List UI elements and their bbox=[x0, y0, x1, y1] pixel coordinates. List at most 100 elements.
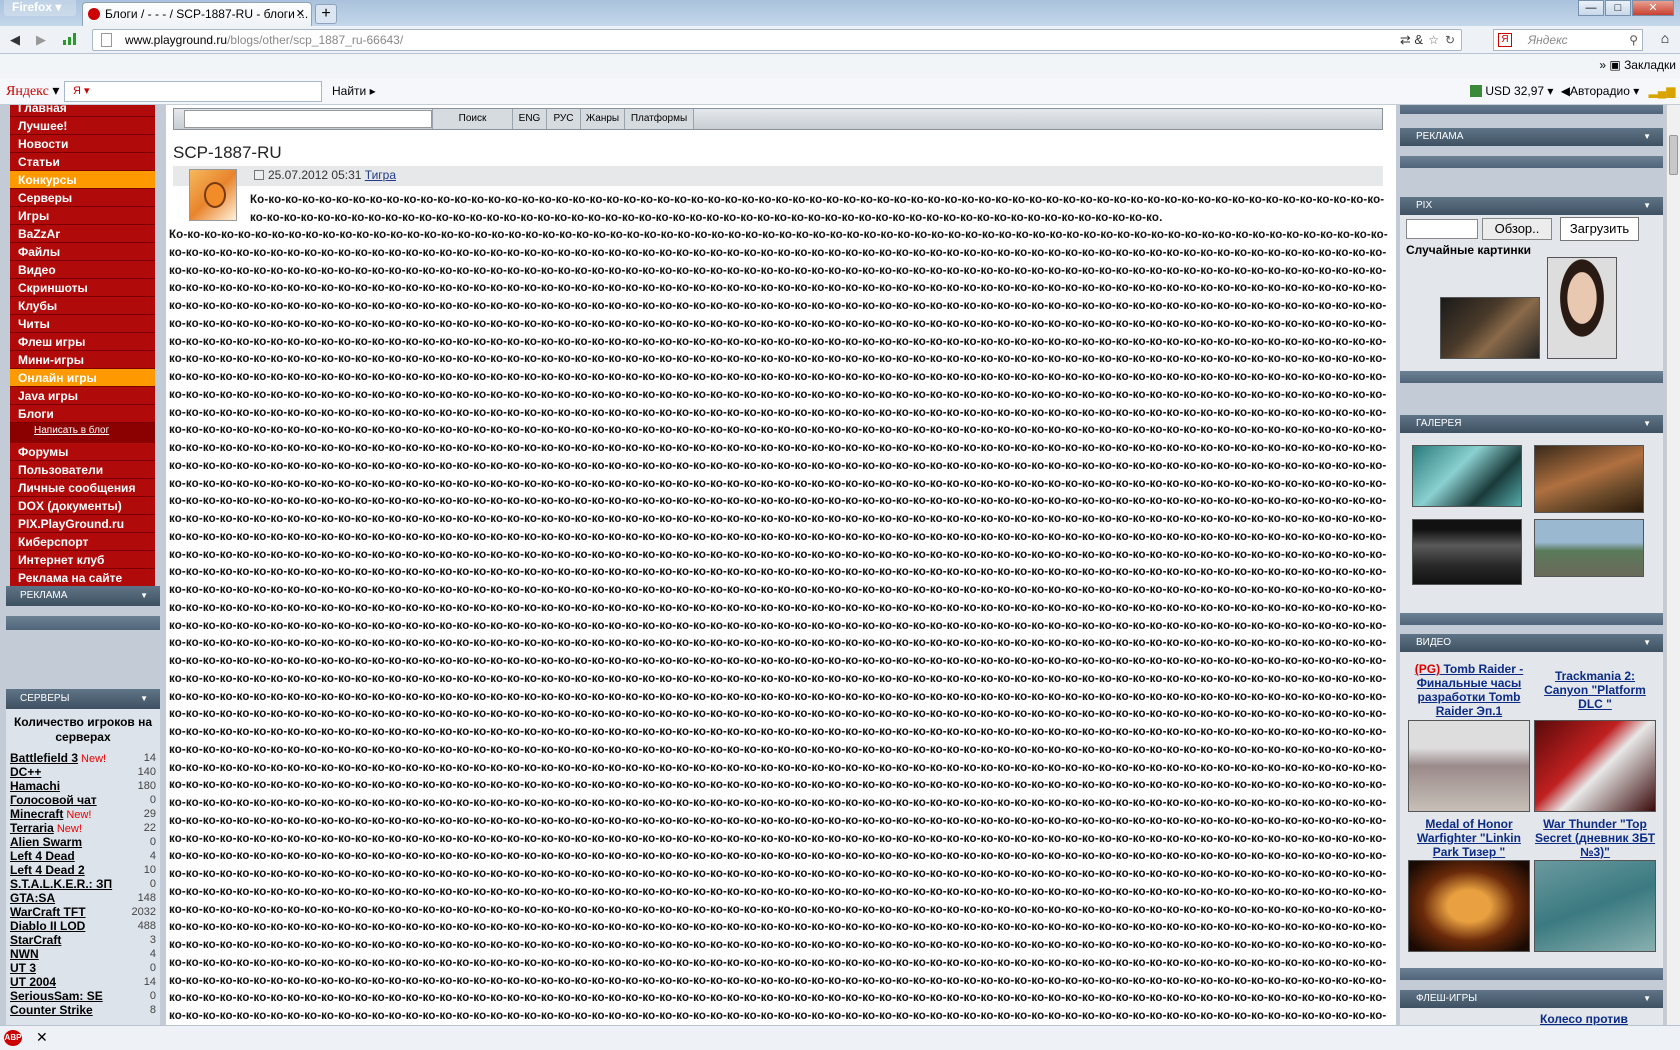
author-avatar[interactable] bbox=[189, 169, 237, 221]
gallery-header[interactable]: ГАЛЕРЕЯ ▼ bbox=[1400, 415, 1663, 433]
nav-item[interactable]: Игры bbox=[10, 207, 155, 225]
gallery-thumbnail[interactable] bbox=[1412, 445, 1522, 507]
translate-icon[interactable]: ⇄ & bbox=[1400, 30, 1423, 50]
video-link[interactable]: (PG) Tomb Raider - Финальные часы разраб… bbox=[1408, 662, 1530, 718]
pix-file-input[interactable] bbox=[1406, 219, 1478, 239]
lang-eng-button[interactable]: ENG bbox=[512, 109, 546, 129]
nav-item[interactable]: Скриншоты bbox=[10, 279, 155, 297]
server-link[interactable]: Battlefield 3 bbox=[10, 751, 78, 765]
server-link[interactable]: GTA:SA bbox=[10, 891, 55, 905]
server-link[interactable]: DC++ bbox=[10, 765, 41, 779]
server-link[interactable]: Counter Strike bbox=[10, 1003, 93, 1017]
nav-item[interactable]: Личные сообщения bbox=[10, 479, 155, 497]
video-thumbnail[interactable] bbox=[1408, 720, 1530, 812]
video-link[interactable]: Trackmania 2: Canyon "Platform DLC " bbox=[1534, 669, 1656, 711]
nav-item[interactable]: Главная bbox=[10, 105, 155, 117]
nav-item[interactable]: Java игры bbox=[10, 387, 155, 405]
search-button[interactable]: Поиск bbox=[432, 109, 512, 129]
nav-write-blog[interactable]: Написать в блог bbox=[10, 423, 155, 439]
server-link[interactable]: WarCraft TFT bbox=[10, 905, 86, 919]
url-bar[interactable]: www.playground.ru/blogs/other/scp_1887_r… bbox=[92, 29, 1462, 51]
server-link[interactable]: SeriousSam: SE bbox=[10, 989, 103, 1003]
search-input[interactable]: Я Яндекс ⚲ bbox=[1493, 29, 1643, 51]
nav-item[interactable]: Клубы bbox=[10, 297, 155, 315]
minimize-button[interactable]: — bbox=[1578, 0, 1604, 16]
back-arrow-icon[interactable]: ◀ bbox=[4, 30, 26, 50]
flash-games-header[interactable]: ФЛЕШ-ИГРЫ ▼ bbox=[1400, 990, 1663, 1008]
reload-icon[interactable]: ↻ bbox=[1445, 30, 1455, 50]
genres-button[interactable]: Жанры bbox=[580, 109, 624, 129]
nav-item[interactable]: Реклама на сайте bbox=[10, 569, 155, 587]
adblock-icon[interactable]: ABP bbox=[4, 1030, 22, 1046]
server-link[interactable]: Alien Swarm bbox=[10, 835, 82, 849]
maximize-button[interactable]: □ bbox=[1605, 0, 1631, 16]
yandex-search-input[interactable]: Я ▾ bbox=[64, 81, 322, 102]
lang-rus-button[interactable]: РУС bbox=[546, 109, 580, 129]
nav-item[interactable]: BaZzAr bbox=[10, 225, 155, 243]
flash-game-link[interactable]: Колесо против bbox=[1540, 1012, 1628, 1025]
video-thumbnail[interactable] bbox=[1408, 860, 1530, 952]
nav-item[interactable]: Лучшее! bbox=[10, 117, 155, 135]
server-link[interactable]: UT 2004 bbox=[10, 975, 56, 989]
nav-item[interactable]: Мини-игры bbox=[10, 351, 155, 369]
post-author-link[interactable]: Тигра bbox=[365, 168, 396, 182]
server-link[interactable]: StarCraft bbox=[10, 933, 61, 947]
gallery-thumbnail[interactable] bbox=[1534, 519, 1644, 577]
platforms-button[interactable]: Платформы bbox=[624, 109, 694, 129]
page-scrollbar[interactable] bbox=[1666, 105, 1680, 1025]
nav-item[interactable]: Серверы bbox=[10, 189, 155, 207]
nav-item[interactable]: Файлы bbox=[10, 243, 155, 261]
nav-item[interactable]: Блоги bbox=[10, 405, 155, 423]
pix-header[interactable]: PIX ▼ bbox=[1400, 197, 1663, 215]
search-icon[interactable]: ⚲ bbox=[1629, 30, 1638, 50]
nav-item[interactable]: Онлайн игры bbox=[10, 369, 155, 387]
close-icon[interactable]: ✕ bbox=[36, 1029, 48, 1046]
video-thumbnail[interactable] bbox=[1534, 860, 1656, 952]
home-icon[interactable]: ⌂ bbox=[1654, 30, 1676, 50]
nav-item[interactable]: Видео bbox=[10, 261, 155, 279]
video-header[interactable]: ВИДЕО ▼ bbox=[1400, 634, 1663, 652]
signal-bars-icon[interactable] bbox=[60, 30, 82, 50]
radio-widget[interactable]: Авторадио bbox=[1570, 84, 1630, 98]
upload-button[interactable]: Загрузить bbox=[1560, 217, 1639, 241]
nav-item[interactable]: PIX.PlayGround.ru bbox=[10, 515, 155, 533]
yandex-find-button[interactable]: Найти ▸ bbox=[332, 84, 376, 98]
video-thumbnail[interactable] bbox=[1534, 720, 1656, 812]
nav-item[interactable]: Флеш игры bbox=[10, 333, 155, 351]
server-link[interactable]: S.T.A.L.K.E.R.: ЗП bbox=[10, 877, 112, 891]
nav-item[interactable]: Интернет клуб bbox=[10, 551, 155, 569]
video-link[interactable]: War Thunder "Top Secret (дневник ЗБТ №3)… bbox=[1534, 817, 1656, 859]
random-pic-thumbnail[interactable] bbox=[1547, 257, 1617, 359]
right-ad-header[interactable]: РЕКЛАМА ▼ bbox=[1400, 128, 1663, 146]
server-link[interactable]: UT 3 bbox=[10, 961, 36, 975]
server-link[interactable]: Hamachi bbox=[10, 779, 60, 793]
nav-item[interactable]: DOX (документы) bbox=[10, 497, 155, 515]
random-pic-thumbnail[interactable] bbox=[1440, 297, 1540, 359]
browse-button[interactable]: Обзор.. bbox=[1482, 218, 1552, 240]
nav-item[interactable]: Киберспорт bbox=[10, 533, 155, 551]
close-window-button[interactable]: ✕ bbox=[1632, 0, 1674, 16]
gallery-thumbnail[interactable] bbox=[1412, 519, 1522, 585]
server-link[interactable]: Голосовой чат bbox=[10, 793, 97, 807]
bookmarks-button[interactable]: » ▣ Закладки bbox=[1599, 58, 1676, 72]
server-link[interactable]: Terraria bbox=[10, 821, 54, 835]
nav-item[interactable]: Пользователи bbox=[10, 461, 155, 479]
site-search-input[interactable] bbox=[184, 110, 432, 128]
bookmark-star-icon[interactable]: ☆ bbox=[1428, 30, 1439, 50]
nav-item[interactable]: Статьи bbox=[10, 153, 155, 171]
server-link[interactable]: NWN bbox=[10, 947, 39, 961]
firefox-menu-button[interactable]: Firefox ▾ bbox=[4, 0, 76, 16]
currency-widget[interactable]: USD 32,97 bbox=[1485, 84, 1544, 98]
left-ad-header[interactable]: РЕКЛАМА ▼ bbox=[6, 586, 160, 606]
tab-active[interactable]: Блоги / - - - / SCP-1887-RU - блоги ... … bbox=[82, 2, 312, 26]
servers-header[interactable]: СЕРВЕРЫ ▼ bbox=[6, 689, 160, 709]
yandex-logo[interactable]: Яндекс ▾ bbox=[6, 83, 59, 100]
server-link[interactable]: Diablo II LOD bbox=[10, 919, 85, 933]
server-link[interactable]: Left 4 Dead bbox=[10, 849, 75, 863]
nav-item[interactable]: Конкурсы bbox=[10, 171, 155, 189]
tab-close-icon[interactable]: ✕ bbox=[296, 3, 305, 25]
nav-item[interactable]: Читы bbox=[10, 315, 155, 333]
nav-item[interactable]: Форумы bbox=[10, 443, 155, 461]
new-tab-button[interactable]: + bbox=[315, 4, 337, 24]
nav-item[interactable]: Новости bbox=[10, 135, 155, 153]
